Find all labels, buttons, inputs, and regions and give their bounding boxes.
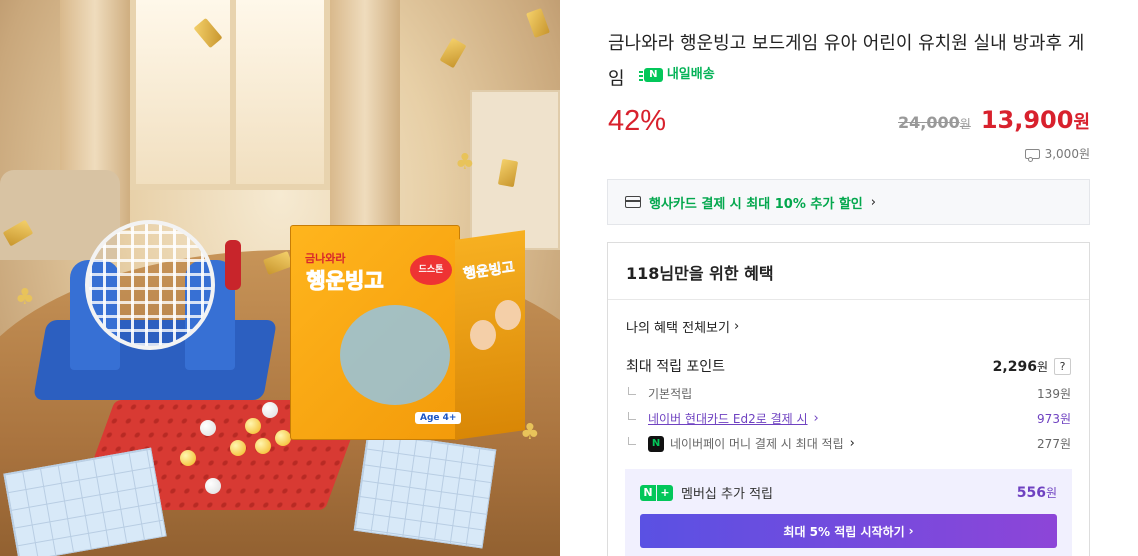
max-points-row: 최대 적립 포인트 2,296원 ? <box>626 356 1071 376</box>
start-membership-button[interactable]: 최대 5% 적립 시작하기 › <box>640 514 1057 548</box>
naver-plus-icon: N + <box>640 484 673 501</box>
discount-rate: 42% <box>608 105 667 137</box>
bingo-ball <box>230 440 246 456</box>
delivery-badge-label: 내일배송 <box>666 67 715 82</box>
points-sub-label: 기본적립 <box>648 387 693 401</box>
bingo-ball <box>245 418 261 434</box>
box-logo-main: 행운빙고 <box>306 269 384 294</box>
bingo-ball <box>200 420 216 436</box>
shipping-fee-value: 3,000원 <box>1044 147 1090 161</box>
help-icon[interactable]: ? <box>1054 357 1071 375</box>
points-sub-row: N 네이버페이 머니 결제 시 최대 적립 › 277원 <box>628 435 1071 452</box>
card-discount-promo[interactable]: 행사카드 결제 시 최대 10% 추가 할인 › <box>607 179 1090 225</box>
bingo-ball <box>205 478 221 494</box>
background-curtain <box>330 0 400 230</box>
benefit-title: 118님만을 위한 혜택 <box>626 264 774 283</box>
bingo-ball <box>262 402 278 418</box>
box-kid-face <box>495 300 521 330</box>
price-row: 24,000원 13,900원 <box>898 106 1090 134</box>
clover-icon: ♣ <box>455 150 475 175</box>
chevron-right-icon: › <box>733 319 740 334</box>
chevron-right-icon: › <box>908 524 914 538</box>
product-info-panel: 금나와라 행운빙고 보드게임 유아 어린이 유치원 실내 방과후 게임 N 내일… <box>560 0 1138 556</box>
credit-card-icon <box>625 196 641 208</box>
naverpay-icon: N <box>648 435 664 452</box>
box-cage-illustration <box>340 305 450 405</box>
product-image[interactable]: ♣ ♣ ♣ ♣ 금나와라 행운빙고 드스톤 행운빙고 Age 4+ <box>0 0 560 556</box>
clover-icon: ♣ <box>15 285 35 310</box>
my-benefits-link[interactable]: 나의 혜택 전체보기 › <box>626 317 739 336</box>
max-points-label: 최대 적립 포인트 <box>626 359 726 375</box>
membership-value: 556원 <box>1016 485 1057 501</box>
max-points-value: 2,296원 ? <box>993 357 1071 375</box>
chevron-right-icon: › <box>870 194 876 210</box>
bingo-ball <box>255 438 271 454</box>
product-title: 금나와라 행운빙고 보드게임 유아 어린이 유치원 실내 방과후 게임 N 내일… <box>608 28 1098 95</box>
truck-icon: N <box>638 67 663 83</box>
tree-branch-icon <box>628 436 636 445</box>
points-sub-value: 973원 <box>1037 412 1071 426</box>
membership-row: N + 멤버십 추가 적립 556원 <box>640 483 1057 502</box>
box-sticker: 드스톤 <box>410 255 452 285</box>
points-sub-value: 277원 <box>1037 437 1071 451</box>
points-sub-row: 기본적립 139원 <box>628 385 1071 402</box>
divider <box>608 299 1089 300</box>
hyundai-card-link[interactable]: 네이버 현대카드 Ed2로 결제 시 <box>648 410 808 427</box>
bingo-cage <box>85 220 215 350</box>
box-age-label: Age 4+ <box>415 412 462 424</box>
card-promo-text: 행사카드 결제 시 최대 10% 추가 할인 <box>649 196 863 212</box>
chevron-right-icon: › <box>849 436 855 451</box>
bingo-ball <box>275 430 291 446</box>
bingo-card <box>353 431 497 549</box>
tree-branch-icon <box>628 411 636 420</box>
naverpay-money-link[interactable]: 네이버페이 머니 결제 시 최대 적립 <box>670 435 844 452</box>
membership-box: N + 멤버십 추가 적립 556원 최대 5% 적립 시작하기 › <box>625 469 1072 556</box>
points-sub-value: 139원 <box>1037 387 1071 401</box>
background-window <box>130 0 330 190</box>
bingo-crank-handle <box>225 240 241 290</box>
gold-confetti <box>526 8 550 38</box>
chevron-right-icon: › <box>813 411 819 426</box>
box-kid-face <box>470 320 496 350</box>
shipping-fee: 3,000원 <box>1024 145 1090 162</box>
original-price: 24,000원 <box>898 113 971 132</box>
points-sub-row: 네이버 현대카드 Ed2로 결제 시 › 973원 <box>628 410 1071 427</box>
benefit-box: 118님만을 위한 혜택 나의 혜택 전체보기 › 최대 적립 포인트 2,29… <box>607 242 1090 556</box>
delivery-badge[interactable]: N 내일배송 <box>638 59 715 90</box>
gold-confetti <box>439 37 467 69</box>
membership-label: 멤버십 추가 적립 <box>681 487 773 502</box>
sale-price: 13,900원 <box>980 106 1090 134</box>
delivery-truck-icon <box>1024 148 1040 162</box>
tree-branch-icon <box>628 386 636 395</box>
bingo-ball <box>180 450 196 466</box>
box-logo-small: 금나와라 <box>305 252 346 265</box>
